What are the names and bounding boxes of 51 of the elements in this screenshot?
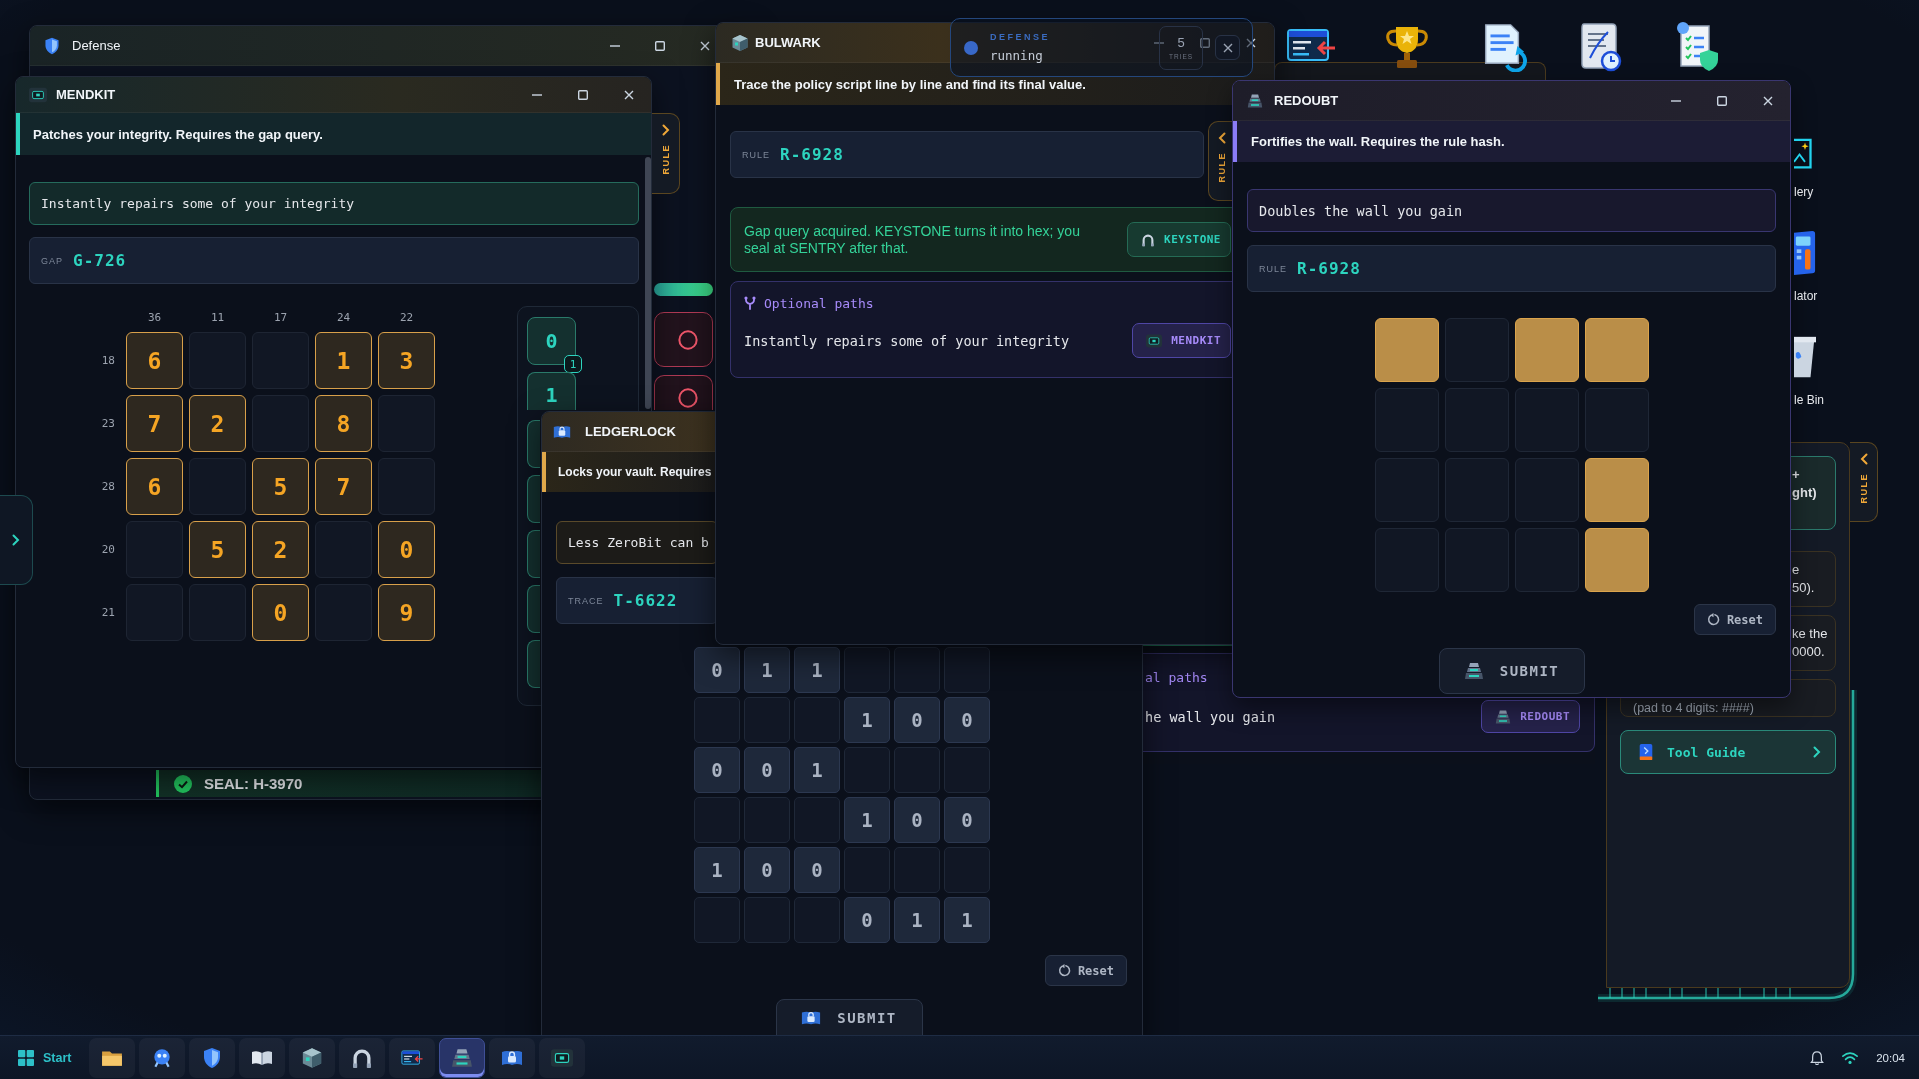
card-text: ght) <box>1792 484 1817 502</box>
window-title: REDOUBT <box>1274 93 1339 108</box>
tries-count: 5 <box>1177 35 1185 50</box>
column-sum: 24 <box>336 310 351 324</box>
window-title: Defense <box>72 38 121 53</box>
field-value: R-6928 <box>780 145 844 164</box>
effect-text: Less ZeroBit can b <box>568 535 709 550</box>
field-value: G-726 <box>73 251 127 270</box>
card-text: (pad to 4 digits: ####) <box>1633 701 1754 715</box>
field-label: TRACE <box>568 595 604 606</box>
status-label: DEFENSE <box>990 32 1050 42</box>
count-badge: 1 <box>564 355 582 373</box>
section-heading: al paths <box>1145 669 1208 685</box>
column-sum: 11 <box>210 310 225 324</box>
description-text: Fortifies the wall. Requires the rule hash. <box>1251 134 1505 149</box>
effect-text: he wall you gain <box>1145 708 1276 725</box>
field-label: RULE <box>1259 263 1287 274</box>
column-sum: 36 <box>147 310 162 324</box>
field-value: T-6622 <box>613 591 678 610</box>
description-text: Locks your vault. Requires <box>558 465 712 479</box>
status-text: running <box>990 48 1043 63</box>
icon-label: le Bin <box>1794 393 1825 407</box>
column-sum: 22 <box>399 310 414 324</box>
column-sum: 17 <box>273 310 288 324</box>
card-text: e <box>1792 561 1800 579</box>
field-value: R-6928 <box>1297 259 1361 278</box>
field-label: RULE <box>742 149 770 160</box>
effect-text: Instantly repairs some of your integrity <box>744 332 1070 349</box>
row-sum: 23 <box>101 417 115 430</box>
seal-text: SEAL: H-3970 <box>204 775 303 792</box>
card-text: 50). <box>1792 579 1815 597</box>
effect-text: Instantly repairs some of your integrity <box>41 196 355 211</box>
description-text: Patches your integrity. Requires the gap query. <box>33 126 323 142</box>
window-title: BULWARK <box>755 35 821 50</box>
row-sum: 28 <box>101 480 115 493</box>
field-label: GAP <box>41 255 63 266</box>
row-sum: 20 <box>101 543 115 556</box>
card-text: ke the <box>1792 625 1828 643</box>
row-sum: 18 <box>101 354 115 367</box>
window-title: MENDKIT <box>56 87 116 102</box>
icon-label: lator <box>1794 289 1818 303</box>
effect-text: Doubles the wall you gain <box>1259 202 1463 219</box>
row-sum: 21 <box>101 606 115 619</box>
icon-label: lery <box>1794 185 1814 199</box>
window-title: LEDGERLOCK <box>585 424 676 439</box>
card-text: + <box>1792 466 1800 484</box>
message-text: Gap query acquired. KEYSTONE turns it into hex; you seal at SENTRY after that. <box>744 222 1081 257</box>
section-heading: Optional paths <box>764 295 874 311</box>
card-text: 0000. <box>1792 643 1825 661</box>
description-text: Trace the policy script line by line and find its final value. <box>734 76 1086 92</box>
clock-time: 20:04 <box>1876 1051 1905 1064</box>
